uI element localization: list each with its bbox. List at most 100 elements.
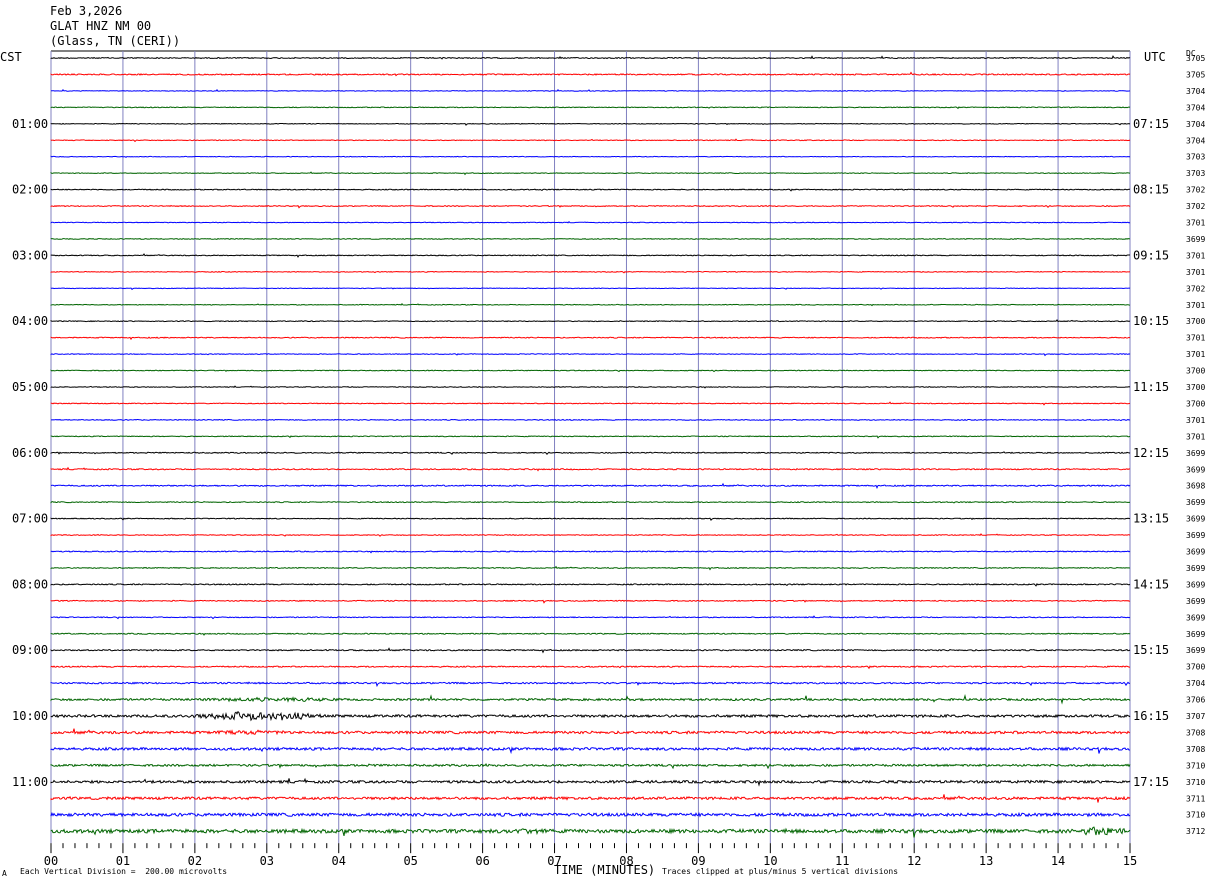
left-hour-label: 11:00	[12, 775, 48, 789]
trace-line	[50, 777, 1131, 787]
right-hour-label: 10:15	[1133, 314, 1169, 328]
dc-offset-value: 3701	[1186, 219, 1205, 228]
dc-offset-value: 3705	[1186, 70, 1205, 79]
trace-line	[50, 694, 1131, 705]
right-hour-label: 13:15	[1133, 512, 1169, 526]
trace-line	[50, 583, 1131, 587]
trace-line	[50, 762, 1131, 770]
dc-offset-value: 3699	[1186, 613, 1205, 622]
trace-line	[50, 270, 1131, 274]
dc-offset-value: 3704	[1186, 136, 1205, 145]
trace-line	[50, 204, 1131, 209]
dc-offset-value: 3699	[1186, 465, 1205, 474]
dc-offset-value: 3700	[1186, 367, 1205, 376]
x-tick-label: 04	[332, 854, 346, 868]
dc-offset-value: 3698	[1186, 482, 1205, 491]
trace-line	[50, 710, 1131, 722]
dc-offset-value: 3712	[1186, 827, 1205, 836]
dc-offset-value: 3700	[1186, 317, 1205, 326]
right-hour-label: 12:15	[1133, 446, 1169, 460]
trace-line	[50, 385, 1131, 389]
trace-line	[50, 550, 1131, 554]
trace-line	[50, 287, 1131, 291]
x-tick-label: 12	[907, 854, 921, 868]
dc-offset-value: 3707	[1186, 712, 1205, 721]
right-hour-label: 15:15	[1133, 643, 1169, 657]
left-hour-label: 03:00	[12, 248, 48, 262]
left-hour-label: 04:00	[12, 314, 48, 328]
trace-line	[50, 746, 1130, 755]
left-hour-label: 02:00	[12, 183, 48, 197]
right-hour-label: 09:15	[1133, 248, 1169, 262]
trace-line	[50, 615, 1131, 620]
trace-line	[50, 482, 1131, 490]
trace-line	[50, 237, 1131, 240]
right-hour-label: 08:15	[1133, 183, 1169, 197]
dc-offset-value: 3710	[1186, 811, 1205, 820]
dc-offset-value: 3701	[1186, 268, 1205, 277]
trace-line	[51, 418, 1131, 422]
dc-offset-value: 3699	[1186, 597, 1205, 606]
trace-line	[50, 599, 1131, 604]
trace-line	[50, 728, 1131, 736]
left-hour-label: 01:00	[12, 117, 48, 131]
right-hour-label: 16:15	[1133, 709, 1169, 723]
trace-line	[50, 826, 1131, 838]
dc-offset-value: 3699	[1186, 235, 1205, 244]
dc-offset-value: 3699	[1186, 646, 1205, 655]
trace-line	[50, 435, 1131, 439]
dc-offset-value: 3700	[1186, 663, 1205, 672]
trace-line	[50, 319, 1131, 323]
trace-line	[50, 451, 1131, 455]
corner-mark: A	[2, 869, 7, 878]
dc-offset-value: 3699	[1186, 498, 1205, 507]
dc-offset-value: 3704	[1186, 679, 1205, 688]
trace-line	[50, 632, 1131, 636]
dc-offset-value: 3699	[1186, 515, 1205, 524]
dc-offset-value: 3703	[1186, 169, 1205, 178]
dc-offset-value: 3704	[1186, 120, 1205, 129]
dc-offset-value: 3699	[1186, 531, 1205, 540]
right-hour-label: 14:15	[1133, 577, 1169, 591]
trace-line	[50, 369, 1131, 373]
dc-offset-value: 3699	[1186, 449, 1205, 458]
trace-line	[50, 88, 1131, 92]
seismogram-plot: 3705 3705 3704 3704 3704 3704 3703 3703 3702 3702…	[12, 50, 1205, 868]
trace-line	[50, 155, 1131, 159]
left-hour-label: 09:00	[12, 643, 48, 657]
trace-line	[50, 303, 1131, 307]
left-hour-label: 08:00	[12, 577, 48, 591]
dc-offset-value: 3704	[1186, 87, 1205, 96]
trace-line	[50, 647, 1131, 654]
left-hour-label: 06:00	[12, 446, 48, 460]
dc-offset-value: 3706	[1186, 696, 1205, 705]
x-tick-label: 05	[403, 854, 417, 868]
x-axis-label: TIME (MINUTES)	[554, 863, 656, 877]
left-hour-label: 10:00	[12, 709, 48, 723]
dc-offset-value: 3703	[1186, 153, 1205, 162]
dc-offset-value: 3711	[1186, 794, 1205, 803]
trace-line	[50, 138, 1131, 143]
trace-line	[50, 106, 1131, 110]
trace-line	[50, 794, 1131, 803]
dc-offset-value: 3708	[1186, 728, 1205, 737]
left-hour-label: 07:00	[12, 512, 48, 526]
dc-offset-value: 3699	[1186, 580, 1205, 589]
dc-offset-value: 3700	[1186, 383, 1205, 392]
dc-offset-value: 3708	[1186, 745, 1205, 754]
trace-line	[50, 55, 1131, 60]
dc-offset-value: 3701	[1186, 334, 1205, 343]
trace-line	[50, 171, 1131, 176]
dc-offset-value: 3702	[1186, 284, 1205, 293]
trace-line	[50, 681, 1131, 688]
left-hour-label: 05:00	[12, 380, 48, 394]
trace-line	[50, 353, 1131, 357]
dc-offset-value: 3702	[1186, 186, 1205, 195]
dc-offset-value: 3702	[1186, 202, 1205, 211]
dc-offset-value: 3701	[1186, 416, 1205, 425]
trace-line	[50, 533, 1131, 537]
dc-offset-value: 3710	[1186, 761, 1205, 770]
x-tick-label: 06	[475, 854, 489, 868]
scale-note: Each Vertical Division = 200.00 microvol…	[20, 867, 228, 876]
dc-offset-value: 3705	[1186, 54, 1205, 63]
